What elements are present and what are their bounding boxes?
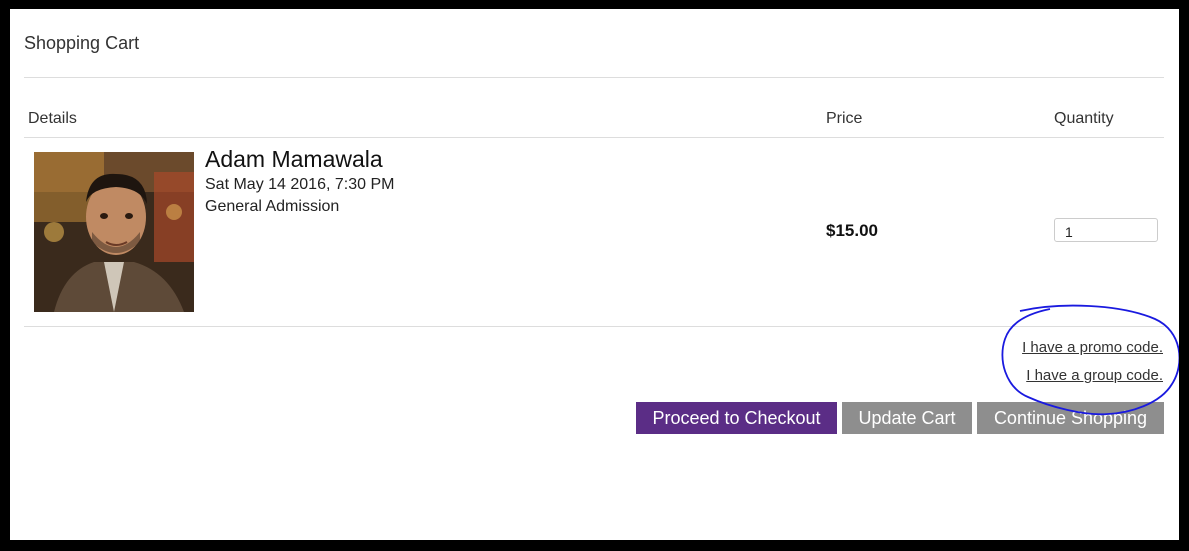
proceed-to-checkout-button[interactable]: Proceed to Checkout bbox=[636, 402, 837, 434]
performer-name: Adam Mamawala bbox=[205, 146, 383, 172]
performer-photo bbox=[34, 152, 194, 312]
promo-code-link[interactable]: I have a promo code. bbox=[1022, 339, 1163, 356]
update-cart-button[interactable]: Update Cart bbox=[842, 402, 972, 434]
continue-shopping-button[interactable]: Continue Shopping bbox=[977, 402, 1164, 434]
page-title: Shopping Cart bbox=[24, 33, 140, 53]
item-price: $15.00 bbox=[826, 221, 878, 240]
column-header-details: Details bbox=[28, 110, 77, 127]
ticket-type: General Admission bbox=[205, 198, 340, 215]
row-divider bbox=[24, 326, 1164, 327]
column-header-price: Price bbox=[826, 110, 863, 127]
column-header-quantity: Quantity bbox=[1054, 110, 1114, 127]
group-code-link[interactable]: I have a group code. bbox=[1026, 367, 1163, 384]
title-divider bbox=[24, 77, 1164, 78]
header-divider bbox=[24, 137, 1164, 138]
event-date: Sat May 14 2016, 7:30 PM bbox=[205, 176, 395, 193]
shopping-cart-panel: Shopping Cart Details Price Quantity Ada… bbox=[10, 9, 1179, 540]
quantity-input[interactable] bbox=[1054, 218, 1158, 242]
